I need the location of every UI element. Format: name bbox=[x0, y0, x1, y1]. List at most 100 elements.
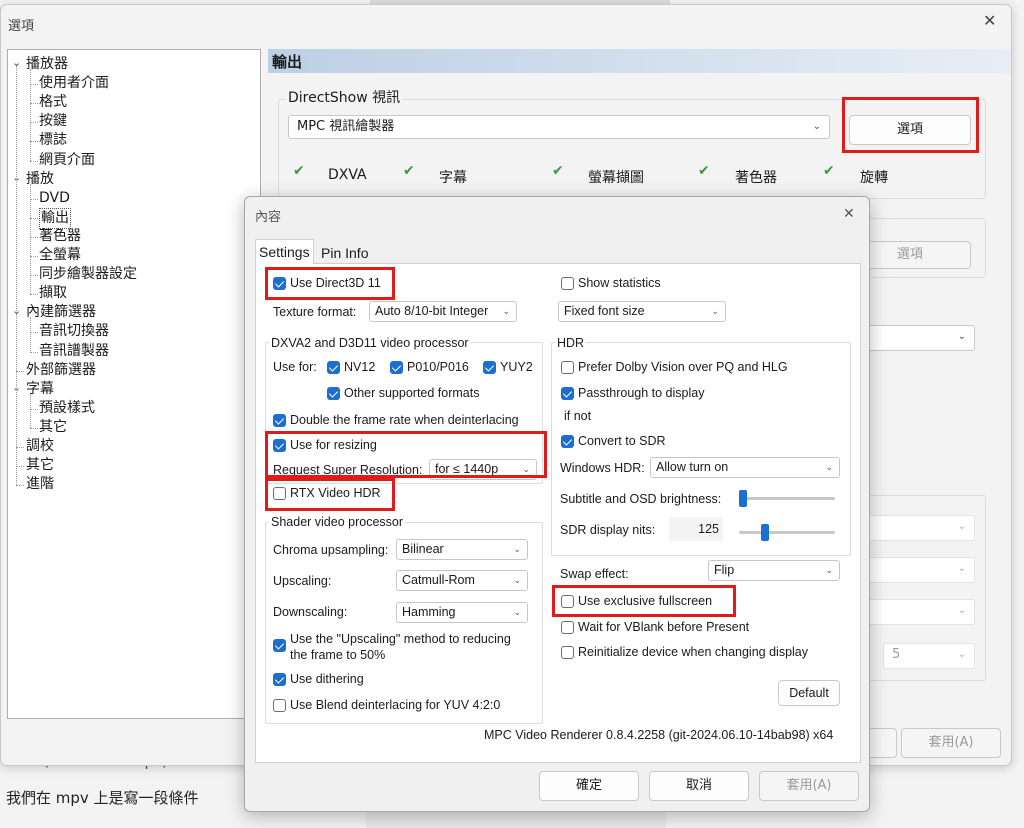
windows-hdr-combo[interactable]: Allow turn on ⌄ bbox=[650, 457, 840, 478]
tree-item[interactable]: 播放器 bbox=[26, 55, 68, 74]
ok-button[interactable]: 確定 bbox=[539, 771, 639, 801]
tree-item[interactable]: 內建篩選器 bbox=[26, 303, 96, 322]
tree-item[interactable]: 格式 bbox=[39, 93, 67, 112]
yuy2-checkbox[interactable] bbox=[483, 361, 496, 374]
swap-effect-combo[interactable]: Flip ⌄ bbox=[708, 560, 840, 581]
right-combo-4[interactable]: ⌄ bbox=[867, 599, 975, 625]
right-combo-5[interactable]: 5 ⌄ bbox=[883, 643, 975, 669]
chevron-down-icon: ⌄ bbox=[957, 563, 966, 574]
tree-item[interactable]: 使用者介面 bbox=[39, 74, 109, 93]
close-icon[interactable]: ✕ bbox=[983, 11, 996, 30]
window-cancel-button-edge[interactable] bbox=[867, 728, 897, 758]
shader-group-label: Shader video processor bbox=[269, 515, 406, 529]
font-size-value: Fixed font size bbox=[564, 304, 645, 318]
tree-connector bbox=[16, 466, 24, 468]
tree-item[interactable]: 擷取 bbox=[39, 284, 67, 303]
window-title: 選項 bbox=[8, 19, 35, 34]
chevron-down-icon: ⌄ bbox=[513, 544, 521, 554]
reinit-label: Reinitialize device when changing displa… bbox=[578, 645, 808, 659]
use-upscaling-method-label-1: Use the "Upscaling" method to reducing bbox=[290, 632, 511, 646]
texture-format-value: Auto 8/10-bit Integer bbox=[375, 304, 489, 318]
prefer-dolby-label: Prefer Dolby Vision over PQ and HLG bbox=[578, 360, 788, 374]
upscaling-combo[interactable]: Catmull-Rom ⌄ bbox=[396, 570, 528, 591]
nv12-checkbox[interactable] bbox=[327, 361, 340, 374]
reinit-checkbox[interactable] bbox=[561, 646, 574, 659]
renderer-combo[interactable]: MPC 視訊繪製器 ⌄ bbox=[288, 115, 830, 139]
tree-item[interactable]: 按鍵 bbox=[39, 112, 67, 131]
texture-format-combo[interactable]: Auto 8/10-bit Integer ⌄ bbox=[369, 301, 517, 322]
tree-item[interactable]: DVD bbox=[39, 189, 70, 208]
page-title: 輸出 bbox=[272, 53, 303, 71]
tree-item[interactable]: 預設樣式 bbox=[39, 399, 95, 418]
font-size-combo[interactable]: Fixed font size ⌄ bbox=[558, 301, 726, 322]
options-tree[interactable]: ⌄ 播放器 使用者介面 格式 按鍵 標誌 網頁介面 ⌄ 播放 DVD 輸出 著色器 全螢幕 同步繪製器設定… bbox=[7, 49, 261, 719]
tree-item[interactable]: 網頁介面 bbox=[39, 151, 95, 170]
tree-connector bbox=[30, 393, 31, 428]
tree-connector bbox=[30, 141, 38, 143]
check-icon: ✔ bbox=[403, 163, 415, 179]
wait-vblank-checkbox[interactable] bbox=[561, 621, 574, 634]
chroma-label: Chroma upsampling: bbox=[273, 543, 389, 557]
show-stats-label: Show statistics bbox=[578, 276, 661, 290]
cancel-button[interactable]: 取消 bbox=[649, 771, 749, 801]
default-button[interactable]: Default bbox=[778, 680, 840, 706]
tree-item[interactable]: 其它 bbox=[26, 456, 54, 475]
subtitle-brightness-label: Subtitle and OSD brightness: bbox=[560, 492, 722, 506]
window-apply-button[interactable]: 套用(A) bbox=[901, 728, 1001, 758]
use-dithering-checkbox[interactable] bbox=[273, 673, 286, 686]
right-combo-3[interactable]: ⌄ bbox=[867, 557, 975, 583]
chroma-value: Bilinear bbox=[402, 542, 444, 556]
tree-item[interactable]: 全螢幕 bbox=[39, 246, 81, 265]
subtitle-brightness-slider[interactable] bbox=[739, 497, 835, 500]
downscaling-label: Downscaling: bbox=[273, 605, 348, 619]
tab-pin-info[interactable]: Pin Info bbox=[321, 243, 368, 263]
use-upscaling-method-checkbox[interactable] bbox=[273, 639, 286, 652]
upscaling-label: Upscaling: bbox=[273, 574, 332, 588]
tree-item[interactable]: 標誌 bbox=[39, 131, 67, 150]
sdr-nits-thumb[interactable] bbox=[761, 524, 769, 541]
right-combo-2[interactable]: ⌄ bbox=[867, 515, 975, 541]
tree-item[interactable]: 輸出 bbox=[39, 207, 71, 229]
convert-sdr-checkbox[interactable] bbox=[561, 435, 574, 448]
sdr-nits-value[interactable]: 125 bbox=[669, 517, 723, 541]
tree-item[interactable]: 音訊譜製器 bbox=[39, 342, 109, 361]
upscaling-value: Catmull-Rom bbox=[402, 573, 475, 587]
downscaling-combo[interactable]: Hamming ⌄ bbox=[396, 602, 528, 623]
downscaling-value: Hamming bbox=[402, 605, 456, 619]
tree-item[interactable]: 其它 bbox=[39, 418, 67, 437]
chevron-down-icon: ⌄ bbox=[957, 521, 966, 532]
other-formats-checkbox[interactable] bbox=[327, 387, 340, 400]
show-stats-checkbox[interactable] bbox=[561, 277, 574, 290]
feature-label: 螢幕擷圖 bbox=[588, 170, 644, 186]
passthrough-checkbox[interactable] bbox=[561, 387, 574, 400]
double-rate-checkbox[interactable] bbox=[273, 414, 286, 427]
tree-connector bbox=[30, 256, 38, 257]
tree-item[interactable]: 調校 bbox=[26, 437, 54, 456]
use-for-label: Use for: bbox=[273, 360, 317, 374]
double-rate-label: Double the frame rate when deinterlacing bbox=[290, 413, 519, 427]
tree-connector bbox=[30, 408, 38, 410]
right-combo-1[interactable]: ⌄ bbox=[867, 325, 975, 351]
tree-item[interactable]: 同步繪製器設定 bbox=[39, 265, 137, 284]
tree-connector bbox=[16, 370, 24, 372]
tree-item[interactable]: 外部篩選器 bbox=[26, 361, 96, 380]
tree-connector bbox=[30, 317, 31, 352]
apply-button[interactable]: 套用(A) bbox=[759, 771, 859, 801]
blend-deint-checkbox[interactable] bbox=[273, 699, 286, 712]
feature-label: 著色器 bbox=[735, 170, 777, 186]
tree-item[interactable]: 音訊切換器 bbox=[39, 322, 109, 341]
p010-checkbox[interactable] bbox=[390, 361, 403, 374]
use-dithering-label: Use dithering bbox=[290, 672, 364, 686]
close-icon[interactable]: ✕ bbox=[843, 205, 855, 222]
subtitle-brightness-thumb[interactable] bbox=[739, 490, 747, 507]
use-upscaling-method-label-2: the frame to 50% bbox=[290, 648, 386, 662]
tree-connector bbox=[30, 294, 38, 296]
tab-settings[interactable]: Settings bbox=[255, 239, 314, 264]
prefer-dolby-checkbox[interactable] bbox=[561, 361, 574, 374]
sdr-nits-slider[interactable] bbox=[739, 531, 835, 534]
tree-item[interactable]: 著色器 bbox=[39, 227, 81, 246]
chroma-combo[interactable]: Bilinear ⌄ bbox=[396, 539, 528, 560]
tree-item[interactable]: 進階 bbox=[26, 475, 54, 494]
windows-hdr-value: Allow turn on bbox=[656, 460, 729, 474]
tree-connector bbox=[30, 427, 38, 429]
